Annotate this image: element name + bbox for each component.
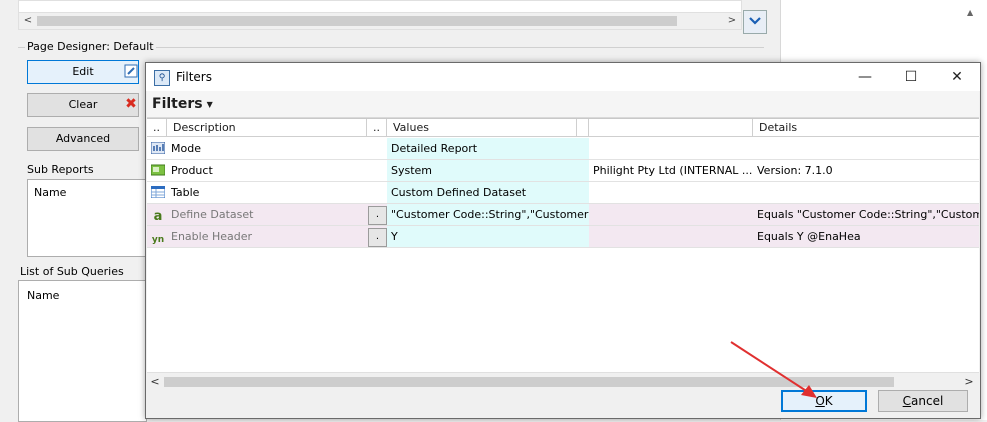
table-row[interactable]: Table: [147, 182, 387, 204]
row-description: Enable Header: [171, 230, 253, 243]
clear-button-label: Clear: [68, 98, 98, 111]
sub-reports-label: Sub Reports: [27, 163, 94, 176]
advanced-button[interactable]: Advanced: [27, 127, 139, 151]
expand-chevron-button[interactable]: [743, 10, 767, 34]
column-header-values[interactable]: Values: [387, 119, 577, 137]
filters-grid[interactable]: .. Description .. Values Details Mode De…: [147, 118, 979, 373]
maximize-button[interactable]: ☐: [888, 63, 934, 91]
row-details: Equals Y @EnaHea: [753, 226, 979, 248]
sub-queries-list[interactable]: Name: [18, 280, 147, 422]
scroll-up-icon[interactable]: ▲: [967, 8, 973, 17]
scroll-left-icon[interactable]: <: [149, 375, 161, 388]
text-a-icon: a: [153, 209, 163, 224]
row-value[interactable]: Detailed Report: [387, 138, 589, 160]
dialog-toolbar: Filters ▼: [147, 91, 979, 118]
row-extra: [589, 204, 753, 226]
define-dataset-ellipsis-button[interactable]: .: [368, 206, 387, 225]
row-details: [753, 182, 979, 204]
column-header-marker[interactable]: ..: [147, 119, 167, 137]
sub-reports-list[interactable]: Name: [27, 179, 146, 257]
scroll-right-icon[interactable]: >: [963, 375, 975, 388]
filters-menu-label: Filters: [152, 96, 203, 112]
table-row[interactable]: a Define Dataset: [147, 204, 387, 226]
row-value[interactable]: Custom Defined Dataset: [387, 182, 589, 204]
sub-reports-name-header: Name: [34, 186, 67, 199]
column-header-spacer[interactable]: [577, 119, 589, 137]
close-button[interactable]: ✕: [934, 63, 980, 91]
annotation-arrow-icon: [730, 341, 817, 398]
row-description: Table: [171, 186, 200, 199]
table-icon: [150, 185, 166, 199]
row-value[interactable]: Y: [387, 226, 589, 248]
table-row[interactable]: Product: [147, 160, 387, 182]
table-row[interactable]: yn Enable Header: [147, 226, 387, 248]
grid-horizontal-scrollbar[interactable]: < >: [147, 372, 979, 390]
cancel-button-label: Cancel: [902, 394, 944, 408]
caret-down-icon: ▼: [206, 99, 213, 109]
clear-button[interactable]: Clear: [27, 93, 139, 117]
table-row[interactable]: Mode: [147, 138, 387, 160]
row-description: Mode: [171, 142, 201, 155]
row-extra: [589, 226, 753, 248]
product-icon: [150, 164, 166, 176]
background-horizontal-scrollbar[interactable]: < >: [18, 12, 742, 30]
minimize-button[interactable]: —: [842, 63, 888, 91]
chevron-down-icon: [749, 17, 761, 25]
cancel-button[interactable]: Cancel: [878, 390, 968, 412]
yes-no-icon: yn: [151, 235, 165, 245]
edit-pencil-icon: [124, 64, 138, 78]
page-designer-label: Page Designer: Default: [25, 40, 156, 53]
row-extra: Philight Pty Ltd (INTERNAL ...: [589, 160, 753, 182]
enable-header-ellipsis-button[interactable]: .: [368, 228, 387, 247]
filters-menu-button[interactable]: Filters ▼: [152, 96, 213, 112]
scroll-right-icon[interactable]: >: [725, 14, 739, 28]
row-description: Define Dataset: [171, 208, 254, 221]
row-value[interactable]: "Customer Code::String","Customer ...: [387, 204, 589, 226]
row-value[interactable]: System: [387, 160, 589, 182]
filters-window-icon: ⚲: [154, 70, 170, 86]
edit-button[interactable]: Edit: [27, 60, 139, 84]
column-header-values-marker[interactable]: ..: [367, 119, 387, 137]
mode-icon: [150, 141, 166, 155]
column-header-description[interactable]: Description: [167, 119, 367, 137]
column-header-details[interactable]: Details: [753, 119, 979, 137]
sub-queries-name-header: Name: [27, 289, 60, 302]
row-extra: [589, 138, 753, 160]
sub-queries-label: List of Sub Queries: [20, 265, 124, 278]
scroll-thumb[interactable]: [37, 16, 677, 26]
advanced-button-label: Advanced: [55, 132, 111, 145]
row-description: Product: [171, 164, 213, 177]
edit-button-label: Edit: [72, 65, 94, 78]
row-details: [753, 138, 979, 160]
row-details: Equals "Customer Code::String","Customer…: [753, 204, 979, 226]
scroll-left-icon[interactable]: <: [21, 14, 35, 28]
filters-dialog: ⚲ Filters — ☐ ✕ Filters ▼ .. Description …: [145, 62, 981, 419]
dialog-titlebar[interactable]: ⚲ Filters — ☐ ✕: [146, 63, 980, 91]
column-header-blank[interactable]: [589, 119, 753, 137]
row-extra: [589, 182, 753, 204]
clear-x-icon: ✖: [125, 96, 137, 112]
row-details: Version: 7.1.0: [753, 160, 979, 182]
dialog-title: Filters: [176, 70, 212, 84]
